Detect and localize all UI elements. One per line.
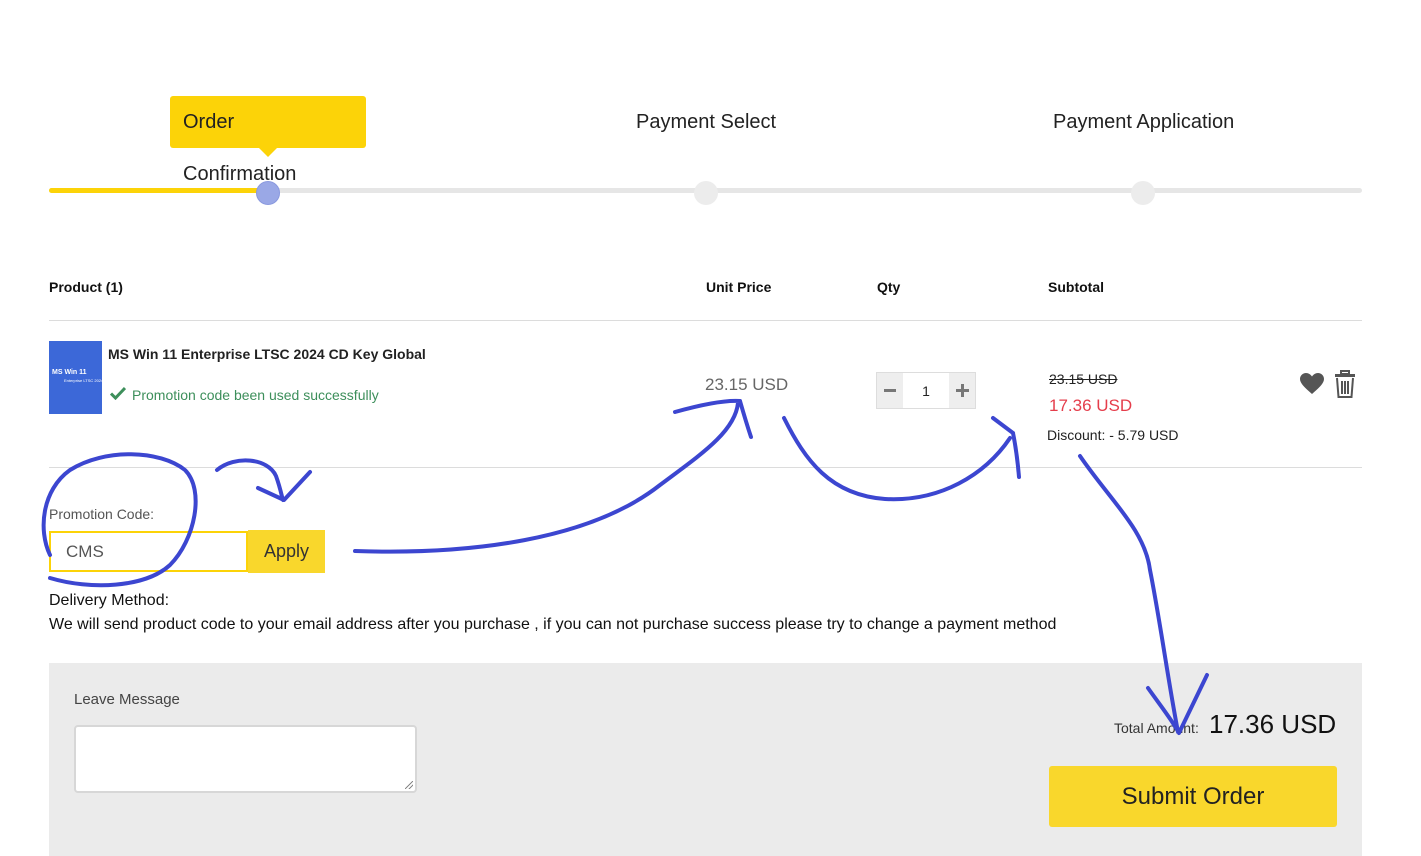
promotion-code-input[interactable]: CMS [49,531,248,572]
apply-button[interactable]: Apply [248,530,325,573]
step-payment-application: Payment Application [1053,111,1235,133]
qty-increase-button[interactable] [949,373,975,408]
step-payment-select: Payment Select [636,111,777,133]
annotation-arrow-to-subtotal [782,416,1021,502]
discount-text: Discount: - 5.79 USD [1047,427,1179,443]
heart-icon[interactable] [1299,372,1325,401]
original-subtotal: 23.15 USD [1049,371,1118,387]
row-divider [49,467,1362,468]
checkout-page: Order Confirmation Payment Select Paymen… [0,0,1421,856]
annotation-arrow-to-price [353,398,753,554]
qty-decrease-button[interactable] [877,373,903,408]
promotion-code-label: Promotion Code: [49,506,155,522]
product-name[interactable]: MS Win 11 Enterprise LTSC 2024 CD Key Gl… [108,346,426,362]
product-thumbnail[interactable]: MS Win 11 Enterprise LTSC 2024 [49,341,104,414]
unit-price: 23.15 USD [705,375,789,394]
total-amount-label: Total Amount: [1114,720,1199,736]
delivery-method-text: We will send product code to your email … [49,616,1057,633]
submit-order-button[interactable]: Submit Order [1049,766,1337,827]
step-order-confirmation: Order Confirmation [170,96,366,185]
quantity-stepper: 1 [876,372,976,409]
header-product: Product (1) [49,279,123,295]
header-divider [49,320,1362,321]
trash-icon[interactable] [1334,370,1356,403]
leave-message-label: Leave Message [74,691,180,708]
header-qty: Qty [877,279,901,295]
progress-fill [49,188,269,193]
header-subtotal: Subtotal [1048,279,1104,295]
resize-grip-icon[interactable] [405,781,413,789]
step-dot-2 [694,181,718,205]
header-unit-price: Unit Price [706,279,772,295]
qty-value[interactable]: 1 [903,373,949,408]
step-dot-1 [256,181,280,205]
checkmark-icon [109,386,127,403]
delivery-method-label: Delivery Method: [49,592,170,609]
total-amount-value: 17.36 USD [1209,709,1337,739]
subtotal: 17.36 USD [1049,396,1133,415]
promo-status-text: Promotion code been used successfully [132,386,379,403]
leave-message-textarea[interactable] [74,725,417,793]
step-dot-3 [1131,181,1155,205]
promo-status: Promotion code been used successfully [109,386,379,403]
thumb-subtitle: Enterprise LTSC 2024 [64,378,104,383]
thumb-title: MS Win 11 [52,369,87,376]
